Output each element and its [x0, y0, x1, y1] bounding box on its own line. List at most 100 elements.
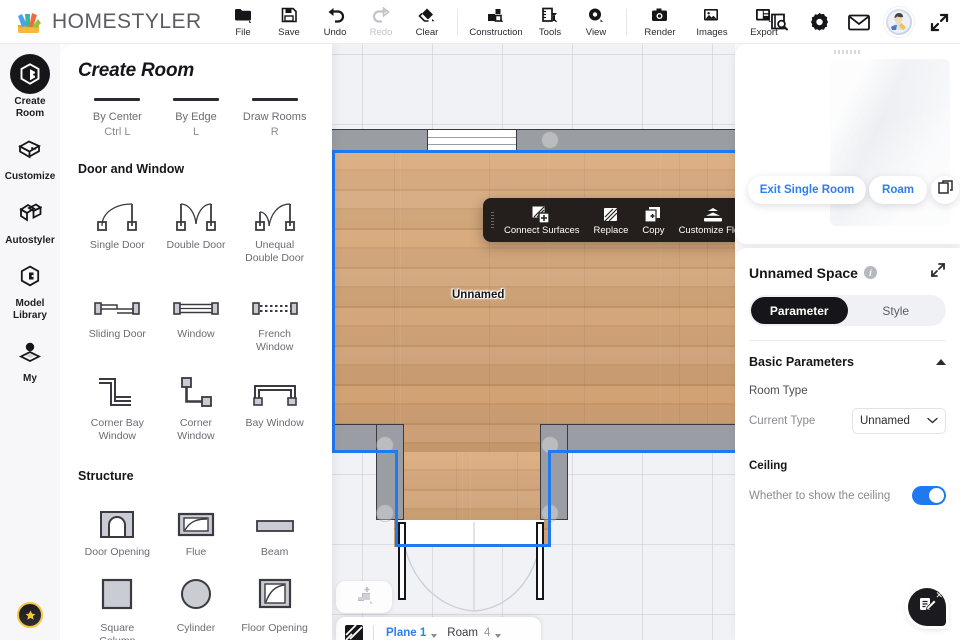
- item-square-column-label: SquareColumn: [99, 622, 135, 640]
- context-replace-button[interactable]: Replace: [587, 198, 636, 242]
- toolbar-file-button[interactable]: File: [220, 0, 266, 44]
- toolbar-tools-button[interactable]: Tools: [527, 0, 573, 44]
- door-leaf-right[interactable]: [536, 522, 544, 600]
- chevron-up-icon[interactable]: [936, 359, 946, 365]
- sidebar-item-create-room[interactable]: Create Room: [0, 54, 60, 119]
- toolbar-undo-button[interactable]: Undo: [312, 0, 358, 44]
- room-mode-row: By Center Ctrl L By Edge L Draw Rooms R: [78, 98, 314, 140]
- ceiling-toggle[interactable]: [912, 486, 946, 505]
- layer-roam-label[interactable]: Roam: [447, 627, 478, 639]
- wall-node[interactable]: [541, 131, 559, 149]
- replace-icon: [602, 205, 620, 224]
- sidebar-item-my[interactable]: My: [0, 331, 60, 385]
- item-window[interactable]: Window: [157, 269, 236, 358]
- brand-name: HOMESTYLER: [52, 9, 202, 33]
- room-label[interactable]: Unnamed: [452, 289, 504, 301]
- item-corner-window[interactable]: Corner Window: [157, 358, 236, 447]
- 3d-preview-panel[interactable]: Exit Single Room Roam: [735, 44, 960, 244]
- basic-parameters-header[interactable]: Basic Parameters: [749, 355, 946, 369]
- chevron-down-icon[interactable]: [495, 633, 502, 638]
- room-type-label: Room Type: [749, 385, 808, 397]
- item-cylinder[interactable]: Cylinder: [157, 563, 236, 640]
- selection-edge-bottom-right: [550, 450, 740, 453]
- drag-handle[interactable]: [487, 198, 497, 242]
- toolbar-images-button[interactable]: Images: [686, 0, 738, 44]
- expand-diagonal-icon[interactable]: [930, 262, 946, 283]
- item-flue[interactable]: Flue: [157, 487, 236, 563]
- item-sliding-door[interactable]: Sliding Door: [78, 269, 157, 358]
- tab-parameter[interactable]: Parameter: [751, 297, 848, 324]
- fullscreen-icon[interactable]: [926, 9, 952, 35]
- item-corner-bay-window[interactable]: Corner Bay Window: [78, 358, 157, 447]
- gear-icon[interactable]: [806, 9, 832, 35]
- item-bay-window[interactable]: Bay Window: [235, 358, 314, 447]
- toolbar-construction-button[interactable]: Construction: [465, 0, 527, 44]
- item-square-column[interactable]: SquareColumn: [78, 563, 157, 640]
- item-floor-opening[interactable]: Floor Opening: [235, 563, 314, 640]
- room-mode-by-center[interactable]: By Center Ctrl L: [78, 98, 157, 140]
- line-segment-icon: [251, 98, 298, 101]
- info-icon[interactable]: i: [863, 266, 877, 279]
- layer-roam-count: 4: [483, 627, 491, 639]
- chat-note-button[interactable]: ✕: [908, 588, 946, 626]
- layer-bar: Plane 1 Roam 4: [336, 617, 541, 640]
- room-floor[interactable]: [332, 152, 740, 452]
- toolbar-clear-button[interactable]: Clear: [404, 0, 450, 44]
- construction-blocks-icon: [487, 4, 505, 26]
- toolbar-images-label: Images: [696, 26, 728, 38]
- toolbar-view-button[interactable]: View: [573, 0, 619, 44]
- coin-reward-icon[interactable]: [17, 602, 43, 628]
- item-single-door[interactable]: Single Door: [78, 180, 157, 269]
- item-beam[interactable]: Beam: [235, 487, 314, 563]
- toolbar-view-label: View: [585, 26, 607, 38]
- new-window-button[interactable]: [931, 176, 959, 204]
- toolbar-save-button[interactable]: Save: [266, 0, 312, 44]
- chevron-down-icon[interactable]: [431, 633, 438, 638]
- close-icon[interactable]: ✕: [935, 590, 943, 601]
- section-title-door-window: Door and Window: [78, 162, 185, 176]
- sidebar-item-model-library[interactable]: Model Library: [0, 256, 60, 321]
- toolbar-clear-label: Clear: [415, 26, 439, 38]
- door-window-grid: Single Door Double Door Unequal Double Do…: [78, 180, 314, 447]
- door-leaf-left[interactable]: [398, 522, 406, 600]
- selection-edge-alcove-left: [395, 450, 398, 547]
- eye-view-icon: [587, 4, 605, 26]
- floor-opening-icon: [255, 575, 295, 615]
- item-corner-bay-window-label: Corner Bay Window: [90, 417, 144, 442]
- context-copy-button[interactable]: Copy: [635, 198, 671, 242]
- item-cylinder-label: Cylinder: [176, 622, 216, 634]
- mail-icon[interactable]: [846, 9, 872, 35]
- item-unequal-double-door[interactable]: Unequal Double Door: [235, 180, 314, 269]
- exit-single-room-button[interactable]: Exit Single Room: [748, 176, 866, 204]
- copy-icon: [644, 205, 662, 224]
- door-opening-icon: [95, 499, 139, 539]
- tab-style[interactable]: Style: [848, 297, 945, 324]
- autostyler-icon: [10, 193, 50, 233]
- item-double-door[interactable]: Double Door: [157, 180, 236, 269]
- current-type-select[interactable]: Unnamed: [852, 408, 946, 434]
- toolbar-render-button[interactable]: Render: [634, 0, 686, 44]
- room-mode-draw-rooms[interactable]: Draw Rooms R: [235, 98, 314, 140]
- connect-surfaces-icon: [532, 205, 551, 224]
- context-connect-surfaces-button[interactable]: Connect Surfaces: [497, 198, 587, 242]
- preview-grip[interactable]: [833, 50, 862, 54]
- folder-icon: [234, 4, 252, 26]
- toolbar-divider-1: [457, 8, 458, 35]
- window-top[interactable]: [427, 129, 517, 152]
- toolbar-construction-label: Construction: [469, 26, 523, 38]
- customize-floor-icon: [702, 205, 724, 224]
- customize-icon: [10, 129, 50, 169]
- room-mode-by-edge[interactable]: By Edge L: [157, 98, 236, 140]
- layer-plane-label[interactable]: Plane 1: [386, 627, 426, 639]
- sidebar-item-customize[interactable]: Customize: [0, 129, 60, 183]
- hatch-texture-icon[interactable]: [344, 623, 364, 640]
- avatar[interactable]: [886, 9, 912, 35]
- item-door-opening[interactable]: Door Opening: [78, 487, 157, 563]
- book-search-icon[interactable]: [766, 9, 792, 35]
- roam-button[interactable]: Roam: [869, 176, 927, 204]
- toolbar-render-label: Render: [644, 26, 676, 38]
- add-layer-button[interactable]: [336, 581, 392, 613]
- sidebar-item-autostyler[interactable]: Autostyler: [0, 193, 60, 247]
- toolbar-redo-button[interactable]: Redo: [358, 0, 404, 44]
- item-french-window[interactable]: French Window: [235, 269, 314, 358]
